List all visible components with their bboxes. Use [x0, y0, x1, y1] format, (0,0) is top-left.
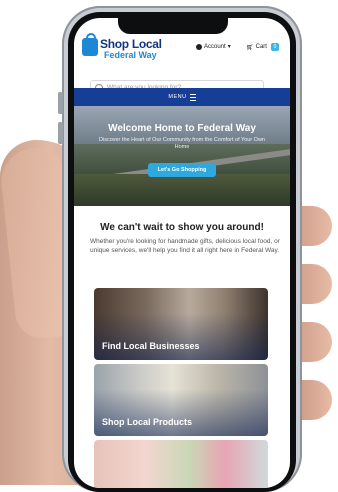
logo-text[interactable]: Shop Local — [100, 37, 162, 51]
chevron-down-icon: ▾ — [227, 44, 231, 50]
intro-title: We can't wait to show you around! — [100, 222, 264, 233]
user-icon — [196, 43, 202, 50]
card-label: Shop Local Products — [102, 417, 193, 427]
menu-toggle[interactable]: MENU — [74, 88, 290, 106]
hero-subtitle: Discover the Heart of Our Community from… — [99, 137, 265, 150]
cart-button[interactable]: 🛒︎ Cart 0 — [246, 43, 279, 51]
card-label: Find Local Businesses — [102, 341, 200, 351]
cart-count-badge: 0 — [270, 43, 279, 51]
flowers-card[interactable] — [94, 440, 268, 488]
hamburger-icon — [189, 93, 196, 101]
hero-title: Welcome Home to Federal Way — [108, 123, 256, 134]
phone-screen: Shop Local Federal Way Account ▾ 🛒︎ Cart… — [74, 18, 290, 488]
menu-label: MENU — [168, 94, 187, 100]
logo-subtext[interactable]: Federal Way — [104, 50, 157, 60]
account-menu[interactable]: Account ▾ — [196, 43, 231, 50]
shop-local-products-card[interactable]: Shop Local Products — [94, 364, 268, 436]
volume-button — [58, 122, 63, 144]
cart-label: Cart — [255, 44, 267, 50]
hero-banner: Welcome Home to Federal Way Discover the… — [74, 106, 290, 206]
phone-notch — [118, 18, 228, 34]
intro-body: Whether you're looking for handmade gift… — [90, 238, 280, 254]
site-header: Shop Local Federal Way Account ▾ 🛒︎ Cart… — [74, 33, 290, 95]
shopping-bag-icon — [82, 33, 98, 56]
volume-button — [58, 92, 63, 114]
account-label: Account — [204, 43, 226, 50]
find-local-businesses-card[interactable]: Find Local Businesses — [94, 288, 268, 360]
cart-icon: 🛒︎ — [246, 44, 254, 51]
lets-go-shopping-button[interactable]: Let's Go Shopping — [148, 163, 216, 177]
hero-trees — [74, 174, 290, 206]
